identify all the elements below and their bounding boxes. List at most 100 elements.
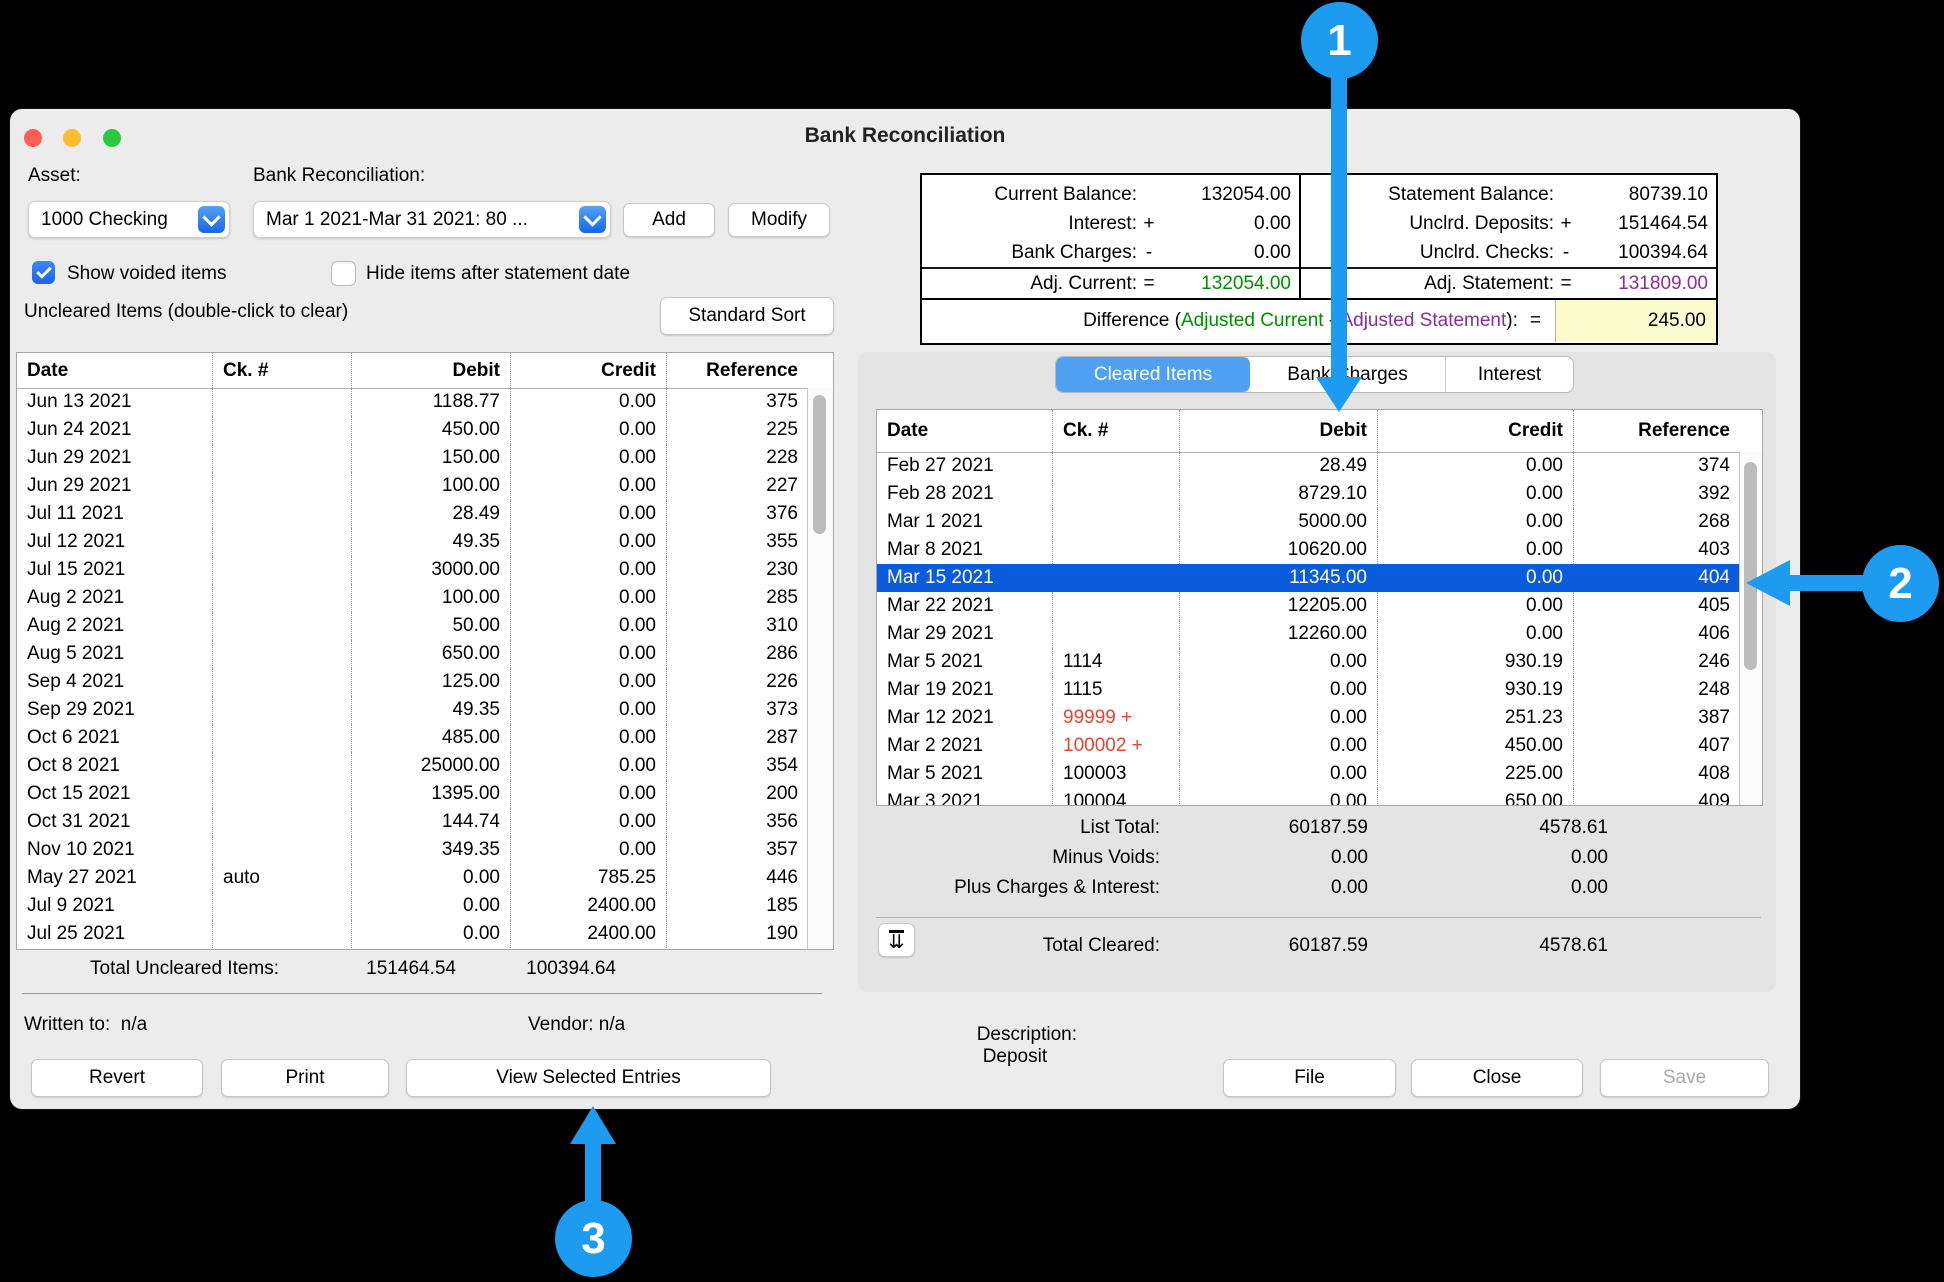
table-row[interactable]: Feb 28 20218729.100.00392 [877,480,1740,508]
show-voided-label: Show voided items [67,263,226,285]
table-row[interactable]: Mar 8 202110620.000.00403 [877,536,1740,564]
col-header-ck[interactable]: Ck. # [213,353,352,388]
table-row[interactable]: Oct 31 2021144.740.00356 [17,808,808,836]
table-row[interactable]: May 27 2021auto0.00785.25446 [17,864,808,892]
cell-ref: 185 [667,892,808,920]
table-row[interactable]: Mar 12 202199999 +0.00251.23387 [877,704,1740,732]
cell-debit: 10620.00 [1180,536,1378,564]
cell-credit: 0.00 [511,724,667,752]
cell-debit: 8729.10 [1180,480,1378,508]
cell-debit: 1188.77 [352,388,511,416]
cell-date: Mar 1 2021 [877,508,1053,536]
col-header-ck[interactable]: Ck. # [1053,410,1180,452]
cell-credit: 0.00 [511,388,667,416]
close-button[interactable]: Close [1411,1059,1583,1097]
cell-debit: 0.00 [1180,648,1378,676]
cell-ck [213,500,352,528]
print-button[interactable]: Print [221,1059,389,1097]
hide-items-checkbox[interactable] [331,261,356,286]
summary-label: Interest: [922,213,1137,235]
table-row[interactable]: Oct 6 2021485.000.00287 [17,724,808,752]
cell-ck: 1114 [1053,648,1180,676]
cell-debit: 125.00 [352,668,511,696]
table-row[interactable]: Sep 29 202149.350.00373 [17,696,808,724]
hide-items-label: Hide items after statement date [366,263,630,285]
table-row[interactable]: Jul 15 20213000.000.00230 [17,556,808,584]
col-header-credit[interactable]: Credit [1378,410,1574,452]
cell-ck [213,556,352,584]
reconciliation-select[interactable]: Mar 1 2021-Mar 31 2021: 80 ... [253,201,611,238]
asset-select[interactable]: 1000 Checking [28,201,230,238]
col-header-debit[interactable]: Debit [352,353,511,388]
tab-interest[interactable]: Interest [1446,357,1573,392]
cell-debit: 0.00 [1180,676,1378,704]
uncleared-total-credit: 100394.64 [476,958,616,980]
table-row[interactable]: Jun 29 2021150.000.00228 [17,444,808,472]
col-header-reference[interactable]: Reference [1574,410,1740,452]
uncleared-totals-row: Total Uncleared Items: 151464.54 100394.… [16,958,832,984]
cleared-scrollbar[interactable] [1739,452,1762,805]
scrollbar-thumb[interactable] [813,395,826,534]
cell-debit: 0.00 [352,892,511,920]
table-row[interactable]: Mar 5 20211000030.00225.00408 [877,760,1740,788]
current-balance-column: Current Balance:132054.00Interest:+0.00B… [922,175,1301,298]
col-header-date[interactable]: Date [17,353,213,388]
cell-ref: 355 [667,528,808,556]
table-row[interactable]: Jul 25 20210.002400.00190 [17,920,808,948]
table-row[interactable]: Mar 2 2021100002 +0.00450.00407 [877,732,1740,760]
table-row[interactable]: Jun 24 2021450.000.00225 [17,416,808,444]
col-header-date[interactable]: Date [877,410,1053,452]
table-row[interactable]: Aug 2 2021100.000.00285 [17,584,808,612]
table-row[interactable]: Oct 15 20211395.000.00200 [17,780,808,808]
table-row[interactable]: Jun 29 2021100.000.00227 [17,472,808,500]
standard-sort-button[interactable]: Standard Sort [660,297,834,335]
table-row[interactable]: Feb 27 202128.490.00374 [877,452,1740,480]
revert-button[interactable]: Revert [31,1059,203,1097]
table-row[interactable]: Mar 5 202111140.00930.19246 [877,648,1740,676]
cell-date: May 27 2021 [17,864,213,892]
cell-date: Oct 8 2021 [17,752,213,780]
cell-date: Jun 29 2021 [17,472,213,500]
cleared-rows: Feb 27 202128.490.00374Feb 28 20218729.1… [877,452,1740,805]
table-row[interactable]: Jul 12 202149.350.00355 [17,528,808,556]
add-button[interactable]: Add [623,203,715,237]
uncleared-total-label: Total Uncleared Items: [90,958,279,980]
cell-credit: 0.00 [1378,620,1574,648]
table-row[interactable]: Nov 10 2021349.350.00357 [17,836,808,864]
cell-debit: 49.35 [352,528,511,556]
table-row-selected[interactable]: Mar 15 202111345.000.00404 [877,564,1740,592]
show-voided-checkbox[interactable] [32,261,55,284]
col-header-reference[interactable]: Reference [667,353,808,388]
cell-credit: 785.25 [511,864,667,892]
table-row[interactable]: Aug 2 202150.000.00310 [17,612,808,640]
cell-ck [213,388,352,416]
file-button[interactable]: File [1223,1059,1396,1097]
table-row[interactable]: Aug 5 2021650.000.00286 [17,640,808,668]
table-row[interactable]: Mar 29 202112260.000.00406 [877,620,1740,648]
minus-voids-row: Minus Voids: 0.00 0.00 [876,843,1608,873]
table-row[interactable]: Sep 4 2021125.000.00226 [17,668,808,696]
summary-sign: - [1554,242,1578,264]
view-selected-entries-button[interactable]: View Selected Entries [406,1059,771,1097]
table-row[interactable]: Jun 13 20211188.770.00375 [17,388,808,416]
table-row[interactable]: Mar 19 202111150.00930.19248 [877,676,1740,704]
modify-button[interactable]: Modify [728,203,830,237]
table-row[interactable]: Mar 1 20215000.000.00268 [877,508,1740,536]
col-header-debit[interactable]: Debit [1180,410,1378,452]
cell-date: Mar 3 2021 [877,788,1053,805]
cell-ck [213,416,352,444]
uncleared-scrollbar[interactable] [807,388,833,949]
table-row[interactable]: Oct 8 202125000.000.00354 [17,752,808,780]
table-row[interactable]: Jul 11 202128.490.00376 [17,500,808,528]
tab-cleared-items[interactable]: Cleared Items [1056,357,1250,392]
table-row[interactable]: Mar 3 20211000040.00650.00409 [877,788,1740,805]
cell-date: Sep 29 2021 [17,696,213,724]
cell-date: Jul 12 2021 [17,528,213,556]
adjusted-statement-label: Adjusted Statement [1340,310,1506,332]
table-row[interactable]: Jul 9 20210.002400.00185 [17,892,808,920]
table-row[interactable]: Mar 22 202112205.000.00405 [877,592,1740,620]
cell-debit: 0.00 [1180,788,1378,805]
minus-voids-debit: 0.00 [1160,847,1368,869]
col-header-credit[interactable]: Credit [511,353,667,388]
cell-ref: 190 [667,920,808,948]
